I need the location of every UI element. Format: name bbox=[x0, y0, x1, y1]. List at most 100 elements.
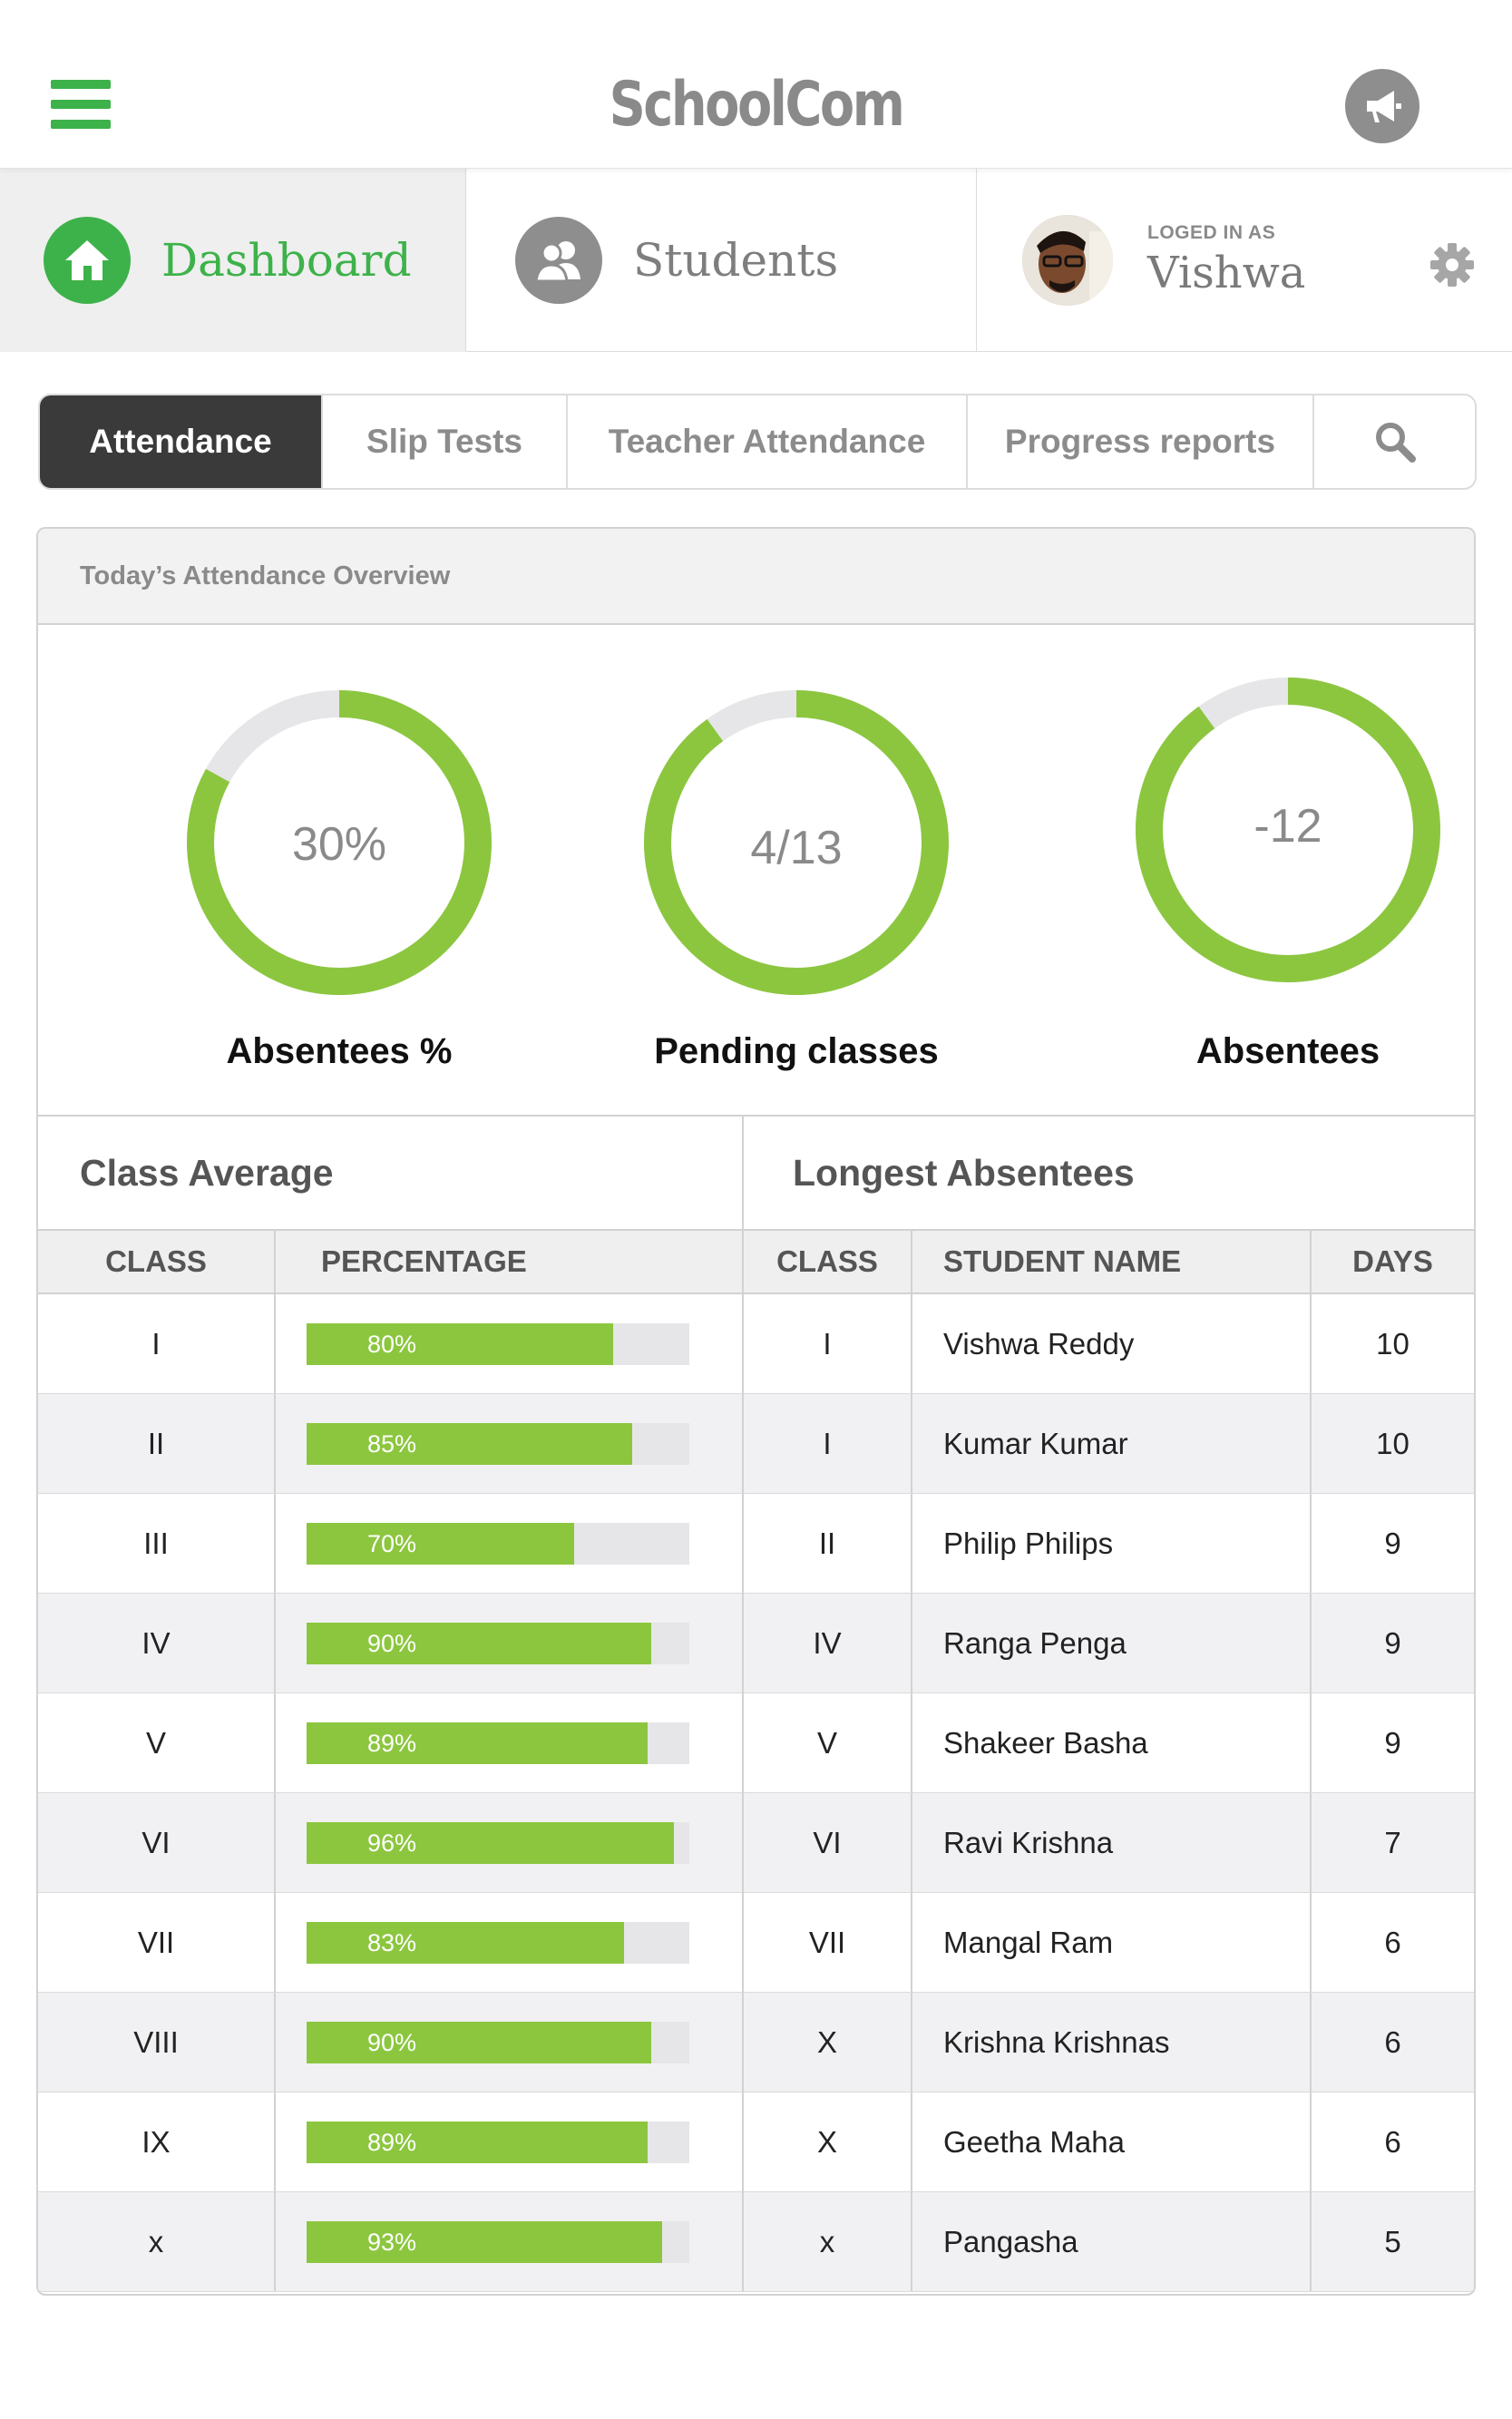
table-row: VIII 90% bbox=[38, 1993, 742, 2092]
students-icon bbox=[515, 217, 602, 304]
class-average-title: Class Average bbox=[38, 1117, 742, 1231]
table-row: III 70% bbox=[38, 1494, 742, 1594]
student-name-cell: Geetha Maha bbox=[912, 2092, 1312, 2191]
class-cell: VI bbox=[38, 1793, 276, 1892]
class-cell: I bbox=[744, 1394, 912, 1493]
card-title: Today’s Attendance Overview bbox=[38, 529, 1474, 625]
gauge-value: 30% bbox=[291, 818, 387, 871]
class-cell: II bbox=[38, 1394, 276, 1493]
column-header: DAYS bbox=[1352, 1244, 1433, 1278]
gauge-absentees-pct: 30% Absentees % bbox=[103, 625, 575, 1115]
app-logo: SchoolCom bbox=[609, 69, 905, 141]
percentage-label: 90% bbox=[366, 2028, 417, 2056]
class-cell: V bbox=[38, 1693, 276, 1792]
nav-dashboard[interactable]: Dashboard bbox=[0, 169, 466, 352]
table-row: VII Mangal Ram 6 bbox=[744, 1893, 1474, 1993]
tab-teacher-attendance[interactable]: Teacher Attendance bbox=[568, 395, 968, 488]
announcement-button[interactable] bbox=[1345, 69, 1419, 143]
percentage-bar: 80% bbox=[307, 1322, 689, 1365]
student-name-cell: Kumar Kumar bbox=[912, 1394, 1312, 1493]
percentage-cell: 80% bbox=[276, 1294, 742, 1393]
class-average-table: Class Average CLASS PERCENTAGE I 80% II 85%… bbox=[38, 1117, 744, 2292]
gauge-label: Absentees bbox=[1195, 1031, 1380, 1071]
student-name-cell: Ranga Penga bbox=[912, 1594, 1312, 1692]
logged-in-label: LOGED IN AS bbox=[1147, 222, 1276, 243]
gauge-absentees: -12 Absentees bbox=[1052, 625, 1474, 1115]
student-name-cell: Vishwa Reddy bbox=[912, 1294, 1312, 1393]
percentage-bar: 93% bbox=[307, 2220, 689, 2263]
nav-students-label: Students bbox=[633, 234, 839, 287]
gear-icon[interactable] bbox=[1429, 241, 1476, 288]
days-cell: 10 bbox=[1376, 1326, 1410, 1361]
percentage-bar: 90% bbox=[307, 1622, 689, 1664]
search-icon bbox=[1375, 423, 1416, 463]
days-cell: 6 bbox=[1384, 2124, 1401, 2159]
home-icon bbox=[44, 217, 131, 304]
tab-attendance[interactable]: Attendance bbox=[40, 395, 323, 488]
attendance-card: Today’s Attendance Overview 30% Absentee… bbox=[36, 527, 1476, 2296]
class-cell: VIII bbox=[38, 1993, 276, 2092]
table-header: CLASS PERCENTAGE bbox=[38, 1231, 742, 1294]
tab-slip-tests[interactable]: Slip Tests bbox=[323, 395, 568, 488]
days-cell: 9 bbox=[1384, 1526, 1401, 1560]
sub-tabs: Attendance Slip Tests Teacher Attendance… bbox=[38, 394, 1477, 490]
class-cell: VII bbox=[744, 1893, 912, 1992]
top-bar: SchoolCom bbox=[0, 0, 1512, 169]
student-name-cell: Philip Philips bbox=[912, 1494, 1312, 1593]
class-cell: I bbox=[744, 1294, 912, 1393]
student-name-cell: Shakeer Basha bbox=[912, 1693, 1312, 1792]
percentage-bar: 85% bbox=[307, 1422, 689, 1465]
class-cell: x bbox=[744, 2192, 912, 2291]
class-cell: X bbox=[744, 2092, 912, 2191]
table-row: IV Ranga Penga 9 bbox=[744, 1594, 1474, 1693]
avatar bbox=[1022, 215, 1113, 306]
table-header: CLASS STUDENT NAME DAYS bbox=[744, 1231, 1474, 1294]
nav-students[interactable]: Students bbox=[466, 169, 977, 352]
column-header: CLASS bbox=[744, 1231, 912, 1292]
percentage-bar: 96% bbox=[307, 1821, 689, 1864]
gauge-label: Pending classes bbox=[654, 1031, 939, 1071]
tables: Class Average CLASS PERCENTAGE I 80% II 85%… bbox=[38, 1117, 1474, 2292]
class-cell: II bbox=[744, 1494, 912, 1593]
user-panel[interactable]: LOGED IN AS Vishwa bbox=[977, 169, 1512, 352]
table-row: V Shakeer Basha 9 bbox=[744, 1693, 1474, 1793]
days-cell: 5 bbox=[1384, 2224, 1401, 2258]
nav-dashboard-label: Dashboard bbox=[161, 234, 412, 287]
table-row: II 85% bbox=[38, 1394, 742, 1494]
student-name-cell: Krishna Krishnas bbox=[912, 1993, 1312, 2092]
percentage-cell: 90% bbox=[276, 1993, 742, 2092]
tab-progress-reports[interactable]: Progress reports bbox=[968, 395, 1314, 488]
percentage-label: 89% bbox=[366, 1729, 417, 1757]
days-cell: 10 bbox=[1376, 1426, 1410, 1460]
percentage-cell: 89% bbox=[276, 1693, 742, 1792]
percentage-label: 89% bbox=[366, 2128, 417, 2156]
longest-absentees-title: Longest Absentees bbox=[744, 1117, 1474, 1231]
class-cell: VI bbox=[744, 1793, 912, 1892]
column-header: CLASS bbox=[38, 1231, 276, 1292]
percentage-label: 83% bbox=[366, 1928, 417, 1956]
percentage-label: 90% bbox=[366, 1629, 417, 1657]
table-row: I Vishwa Reddy 10 bbox=[744, 1294, 1474, 1394]
student-name-cell: Pangasha bbox=[912, 2192, 1312, 2291]
table-row: VI 96% bbox=[38, 1793, 742, 1893]
percentage-label: 85% bbox=[366, 1429, 417, 1458]
percentage-label: 80% bbox=[366, 1330, 417, 1358]
percentage-cell: 83% bbox=[276, 1893, 742, 1992]
class-cell: III bbox=[38, 1494, 276, 1593]
class-cell: VII bbox=[38, 1893, 276, 1992]
gauge-label: Absentees % bbox=[226, 1031, 453, 1071]
menu-icon[interactable] bbox=[51, 80, 111, 129]
table-row: I 80% bbox=[38, 1294, 742, 1394]
percentage-bar: 83% bbox=[307, 1921, 689, 1964]
class-cell: V bbox=[744, 1693, 912, 1792]
class-cell: I bbox=[38, 1294, 276, 1393]
percentage-cell: 85% bbox=[276, 1394, 742, 1493]
gauge-value: 4/13 bbox=[750, 822, 843, 874]
search-button[interactable] bbox=[1314, 395, 1475, 488]
longest-absentees-table: Longest Absentees CLASS STUDENT NAME DAY… bbox=[744, 1117, 1474, 2292]
table-row: IV 90% bbox=[38, 1594, 742, 1693]
percentage-bar: 89% bbox=[307, 2121, 689, 2163]
class-cell: IV bbox=[38, 1594, 276, 1692]
days-cell: 6 bbox=[1384, 2024, 1401, 2059]
gauges: 30% Absentees % 4/13 Pending classes -12… bbox=[38, 625, 1474, 1117]
